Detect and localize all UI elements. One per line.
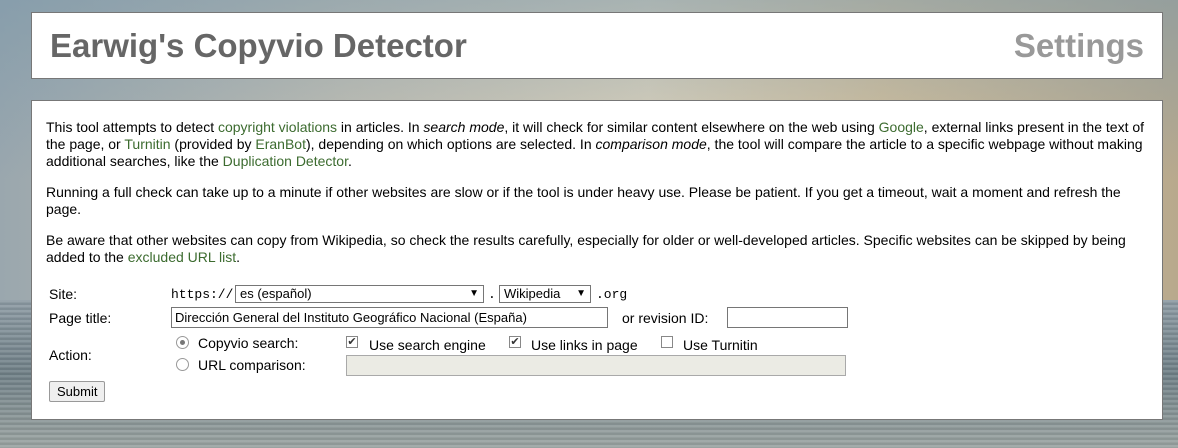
project-select[interactable]: Wikipedia ▼ <box>499 285 591 303</box>
chevron-down-icon: ▼ <box>469 288 479 299</box>
intro-p1-text: ), depending on which options are select… <box>305 136 596 152</box>
use-turnitin-label: Use Turnitin <box>683 337 758 353</box>
url-input[interactable] <box>346 355 846 376</box>
intro-p1-emphasis: search mode <box>423 119 505 135</box>
intro-paragraph-2: Running a full check can take up to a mi… <box>46 184 1121 217</box>
page-title-label: Page title: <box>49 310 112 326</box>
page-title: Earwig's Copyvio Detector <box>50 27 467 64</box>
intro-p1-link[interactable]: EranBot <box>255 136 306 152</box>
language-select[interactable]: es (español) ▼ <box>235 285 484 303</box>
intro-p1-text: in articles. In <box>337 119 424 135</box>
copyvio-search-radio[interactable] <box>176 336 189 349</box>
language-select-value: es (español) <box>240 286 312 301</box>
dot-separator: . <box>488 287 496 302</box>
intro-p1-text: This tool attempts to detect <box>46 119 218 135</box>
intro-paragraph-1: This tool attempts to detect copyright v… <box>46 119 1148 170</box>
intro-p1-link[interactable]: copyright violations <box>218 119 337 135</box>
use-links-label: Use links in page <box>531 337 638 353</box>
project-select-value: Wikipedia <box>504 286 561 301</box>
url-comparison-label: URL comparison: <box>198 357 306 373</box>
action-label: Action: <box>49 347 92 363</box>
intro-p3-link[interactable]: excluded URL list <box>128 249 236 265</box>
page-title-input[interactable]: Dirección General del Instituto Geográfi… <box>171 307 608 328</box>
intro-paragraph-3: Be aware that other websites can copy fr… <box>46 232 1148 266</box>
revision-id-input[interactable] <box>727 307 848 328</box>
use-links-checkbox[interactable]: ✔ <box>509 336 521 348</box>
url-comparison-radio[interactable] <box>176 358 189 371</box>
intro-p1-link[interactable]: Duplication Detector <box>223 153 348 169</box>
chevron-down-icon: ▼ <box>576 288 586 299</box>
intro-p1-text: (provided by <box>170 136 256 152</box>
copyvio-search-label: Copyvio search: <box>198 335 299 351</box>
intro-p1-link[interactable]: Turnitin <box>124 136 170 152</box>
intro-p1-text: . <box>347 153 352 169</box>
intro-p1-link[interactable]: Google <box>879 119 924 135</box>
tld-text: .org <box>596 287 628 302</box>
use-search-engine-checkbox[interactable]: ✔ <box>346 336 358 348</box>
header: Earwig's Copyvio Detector Settings <box>31 12 1163 79</box>
intro-p1-text: , it will check for similar content else… <box>504 119 879 135</box>
main-content: This tool attempts to detect copyright v… <box>31 100 1163 420</box>
settings-link[interactable]: Settings <box>1014 27 1144 65</box>
protocol-text: https:// <box>171 287 234 302</box>
intro-p3-text: . <box>236 249 241 265</box>
use-turnitin-checkbox[interactable] <box>661 336 673 348</box>
intro-p1-emphasis: comparison mode <box>595 136 707 152</box>
site-label: Site: <box>49 286 78 302</box>
revision-label: or revision ID: <box>622 310 709 326</box>
submit-button[interactable]: Submit <box>49 381 106 402</box>
use-search-engine-label: Use search engine <box>369 337 486 353</box>
